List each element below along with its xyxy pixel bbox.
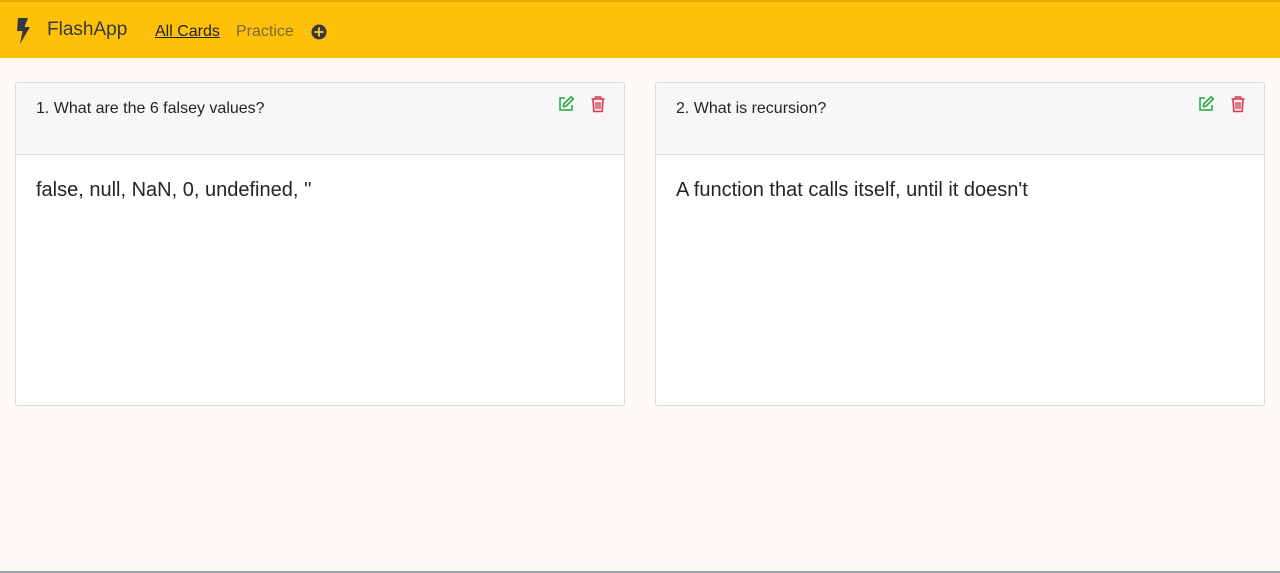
edit-icon[interactable] <box>557 95 575 113</box>
trash-icon[interactable] <box>1229 95 1247 113</box>
card-answer: A function that calls itself, until it d… <box>676 179 1028 201</box>
trash-icon[interactable] <box>589 95 607 113</box>
nav-practice[interactable]: Practice <box>236 22 294 42</box>
nav-all-cards[interactable]: All Cards <box>155 22 220 42</box>
plus-circle-icon[interactable] <box>311 24 327 40</box>
navbar: FlashApp All Cards Practice <box>0 0 1280 58</box>
flashcard: 1. What are the 6 falsey values? false, … <box>15 82 625 406</box>
card-answer: false, null, NaN, 0, undefined, '' <box>36 179 312 201</box>
bolt-icon <box>17 18 30 44</box>
card-question: 1. What are the 6 falsey values? <box>36 100 265 117</box>
card-header: 1. What are the 6 falsey values? <box>16 83 624 155</box>
edit-icon[interactable] <box>1197 95 1215 113</box>
brand-link[interactable]: FlashApp <box>47 19 127 41</box>
flashcard: 2. What is recursion? A function that ca… <box>655 82 1265 406</box>
card-question: 2. What is recursion? <box>676 100 827 117</box>
card-header: 2. What is recursion? <box>656 83 1264 155</box>
